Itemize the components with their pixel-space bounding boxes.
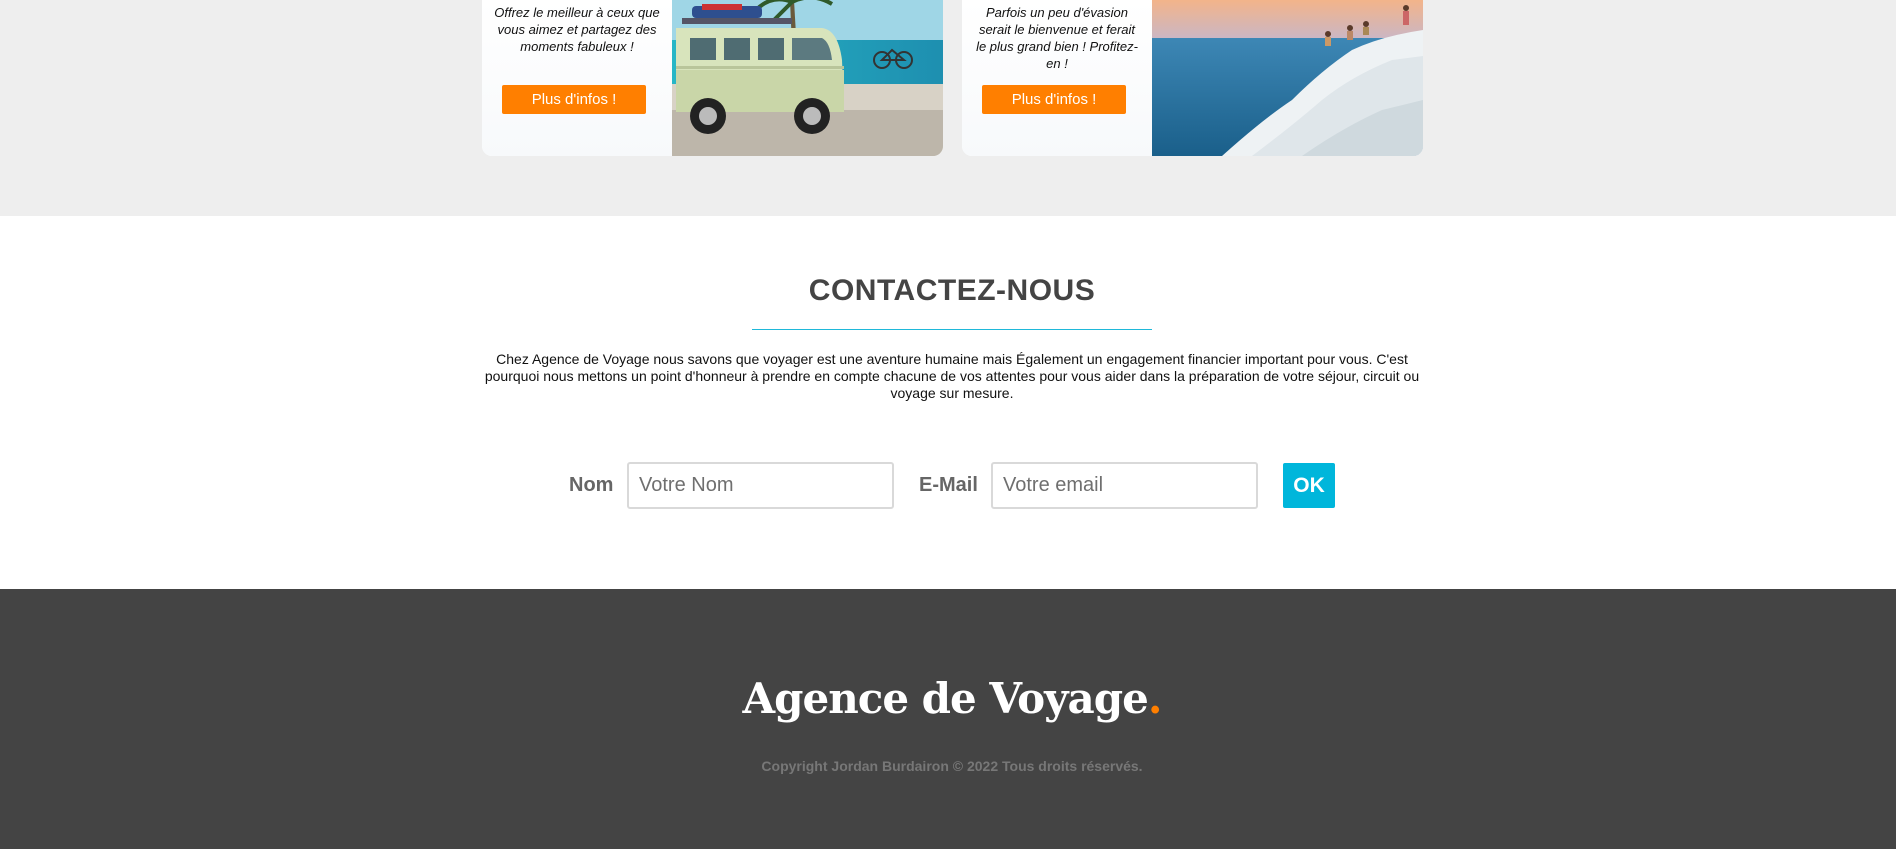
name-input[interactable] <box>627 462 894 509</box>
brand-name: Agence de Voyage <box>742 674 1149 723</box>
footer-logo: Agence de Voyage. <box>0 674 1896 723</box>
submit-button[interactable]: OK <box>1283 463 1335 508</box>
card-description: Parfois un peu d'évasion serait le bienv… <box>976 5 1138 71</box>
email-label: E-Mail <box>919 474 978 496</box>
brand-dot: . <box>1147 674 1163 723</box>
name-label: Nom <box>569 474 614 496</box>
card-text-panel: Offrez le meilleur à ceux que vous aimez… <box>482 0 672 156</box>
destination-card: Offrez le meilleur à ceux que vous aimez… <box>482 0 943 156</box>
copyright-text: Copyright Jordan Burdairon © 2022 Tous d… <box>761 758 1143 774</box>
card-text-panel: Parfois un peu d'évasion serait le bienv… <box>962 0 1152 156</box>
van-beach-image <box>672 0 943 156</box>
contact-description: Chez Agence de Voyage nous savons que vo… <box>484 351 1420 401</box>
footer: Agence de Voyage. Copyright Jordan Burda… <box>0 589 1896 849</box>
card-description: Offrez le meilleur à ceux que vous aimez… <box>494 5 660 54</box>
cliff-sea-image <box>1152 0 1423 156</box>
destination-card: Parfois un peu d'évasion serait le bienv… <box>962 0 1423 156</box>
more-info-button[interactable]: Plus d'infos ! <box>502 85 646 114</box>
email-input[interactable] <box>991 462 1258 509</box>
destinations-section: Offrez le meilleur à ceux que vous aimez… <box>0 0 1896 216</box>
more-info-button[interactable]: Plus d'infos ! <box>982 85 1126 114</box>
title-divider <box>752 329 1152 330</box>
contact-title: CONTACTEZ-NOUS <box>808 274 1096 307</box>
